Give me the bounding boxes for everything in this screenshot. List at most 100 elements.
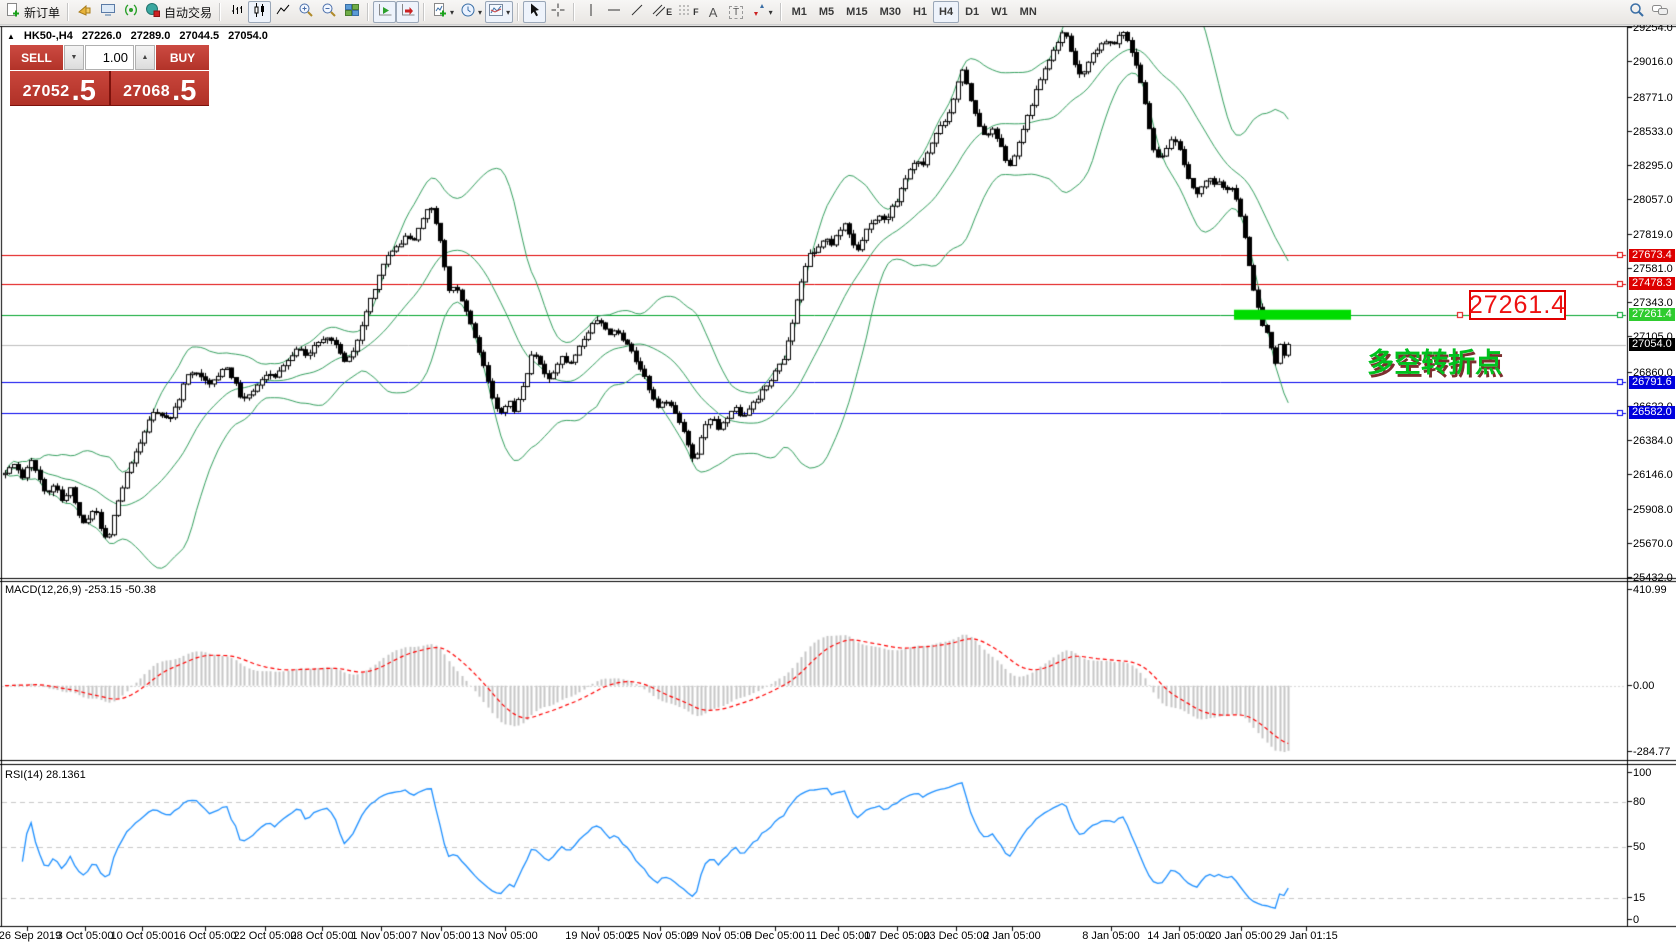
tile-windows-button[interactable] <box>340 1 363 23</box>
toolbar-separator <box>67 3 69 21</box>
date-axis-label: 13 Nov 05:00 <box>472 930 537 942</box>
horizontal-line-button[interactable] <box>602 1 625 23</box>
date-axis-label: 26 Sep 2019 <box>0 930 61 942</box>
date-axis-label: 23 Dec 05:00 <box>923 930 988 942</box>
price-annotation-box[interactable]: 27261.4 <box>1469 290 1566 320</box>
indicators-icon <box>432 2 448 23</box>
arrows-tool-button[interactable]: ▾ <box>748 1 776 23</box>
zoom-in-button[interactable] <box>294 1 317 23</box>
date-axis-label: 29 Nov 05:00 <box>686 930 751 942</box>
date-axis-label: 14 Jan 05:00 <box>1147 930 1211 942</box>
toolbar-separator <box>780 3 782 21</box>
cursor-icon <box>527 2 543 23</box>
chart-shift-icon <box>400 2 416 23</box>
turning-point-annotation: 多空转折点 <box>1367 341 1502 380</box>
buy-price-button[interactable]: 27068 .5 <box>111 71 210 105</box>
crosshair-icon <box>550 2 566 23</box>
macd-indicator-label: MACD(12,26,9) -253.15 -50.38 <box>5 584 156 596</box>
arrows-tool-icon <box>751 2 767 23</box>
channel-icon <box>651 2 665 23</box>
new-order-icon <box>5 2 21 23</box>
date-axis-label: 7 Nov 05:00 <box>411 930 470 942</box>
auto-scroll-icon <box>377 2 393 23</box>
price-axis-label: 25670.0 <box>1633 538 1673 550</box>
zoom-out-button[interactable] <box>317 1 340 23</box>
sell-price-frac: .5 <box>72 78 96 105</box>
label-tool-icon: T <box>729 6 743 19</box>
buy-price-frac: .5 <box>172 78 196 105</box>
timeframe-m1-button[interactable]: M1 <box>786 1 813 23</box>
date-axis-label: 11 Dec 05:00 <box>806 930 871 942</box>
signal-icon <box>123 2 139 23</box>
ohlc-open: 27226.0 <box>82 30 122 42</box>
auto-trading-label: 自动交易 <box>164 4 212 21</box>
macd-axis-label: -284.77 <box>1633 746 1670 758</box>
label-tool-button[interactable]: T <box>725 1 748 23</box>
timeframe-h1-button[interactable]: H1 <box>907 1 933 23</box>
auto-trading-icon <box>145 2 161 23</box>
trendline-button[interactable] <box>625 1 648 23</box>
toolbar-separator <box>219 3 221 21</box>
horizontal-line-icon <box>606 2 622 23</box>
one-click-trading-panel: SELL ▼ 1.00 ▲ BUY 27052 .5 27068 .5 <box>10 45 209 106</box>
vertical-line-button[interactable] <box>579 1 602 23</box>
volume-increase-button[interactable]: ▲ <box>135 45 155 70</box>
text-tool-button[interactable]: A <box>702 1 725 23</box>
bar-chart-button[interactable] <box>225 1 248 23</box>
cursor-button[interactable] <box>523 1 546 23</box>
fibonacci-letter: F <box>693 7 699 17</box>
text-tool-icon: A <box>709 5 718 20</box>
toolbar-separator <box>573 3 575 21</box>
auto-trading-button[interactable]: 自动交易 <box>142 1 215 23</box>
volume-input[interactable]: 1.00 <box>85 45 134 70</box>
price-line-badge: 27673.4 <box>1629 249 1675 262</box>
alerts-button[interactable] <box>73 1 96 23</box>
chart-template-button[interactable]: ▾ <box>485 1 513 23</box>
timeframe-m15-button[interactable]: M15 <box>840 1 873 23</box>
rsi-axis-label: 15 <box>1633 892 1645 904</box>
sell-button[interactable]: SELL <box>10 45 63 70</box>
indicators-button[interactable]: ▾ <box>429 1 457 23</box>
ohlc-high: 27289.0 <box>131 30 171 42</box>
macd-axis-label: 0.00 <box>1633 680 1654 692</box>
price-axis-label: 27819.0 <box>1633 229 1673 241</box>
collapse-panel-icon[interactable]: ▲ <box>7 32 15 41</box>
buy-button[interactable]: BUY <box>156 45 209 70</box>
sell-price-button[interactable]: 27052 .5 <box>10 71 109 105</box>
price-line-badge: 27478.3 <box>1629 277 1675 290</box>
chart-template-icon <box>488 2 504 23</box>
price-axis-label: 27343.0 <box>1633 297 1673 309</box>
timeframe-w1-button[interactable]: W1 <box>985 1 1014 23</box>
line-chart-button[interactable] <box>271 1 294 23</box>
rsi-axis-label: 50 <box>1633 841 1645 853</box>
price-axis-label: 28295.0 <box>1633 160 1673 172</box>
terminal-button[interactable] <box>96 1 119 23</box>
timeframe-h4-button[interactable]: H4 <box>933 1 959 23</box>
symbol-title: HK50-,H4 <box>24 30 73 42</box>
signals-button[interactable] <box>119 1 142 23</box>
toolbar: 新订单 自动交易 ▾ ▾ ▾ <box>0 0 1676 25</box>
chart-shift-button[interactable] <box>396 1 419 23</box>
crosshair-button[interactable] <box>546 1 569 23</box>
terminal-icon <box>100 2 116 23</box>
new-order-button[interactable]: 新订单 <box>2 1 63 23</box>
channel-button[interactable]: E <box>648 1 675 23</box>
price-axis-label: 25908.0 <box>1633 504 1673 516</box>
periods-button[interactable]: ▾ <box>457 1 485 23</box>
timeframe-d1-button[interactable]: D1 <box>959 1 985 23</box>
chart-canvas[interactable] <box>0 0 1676 945</box>
clock-icon <box>460 2 476 23</box>
channel-letter: E <box>666 7 672 17</box>
auto-scroll-button[interactable] <box>373 1 396 23</box>
candlestick-chart-button[interactable] <box>248 1 271 23</box>
rsi-axis-label: 100 <box>1633 767 1651 779</box>
date-axis-label: 8 Jan 05:00 <box>1082 930 1140 942</box>
timeframe-m30-button[interactable]: M30 <box>874 1 907 23</box>
volume-decrease-button[interactable]: ▼ <box>64 45 84 70</box>
timeframe-m5-button[interactable]: M5 <box>813 1 840 23</box>
fibonacci-button[interactable]: F <box>675 1 702 23</box>
chat-button[interactable] <box>1648 1 1672 23</box>
timeframe-mn-button[interactable]: MN <box>1014 1 1043 23</box>
chevron-down-icon: ▾ <box>450 8 454 17</box>
search-button[interactable] <box>1625 1 1648 23</box>
